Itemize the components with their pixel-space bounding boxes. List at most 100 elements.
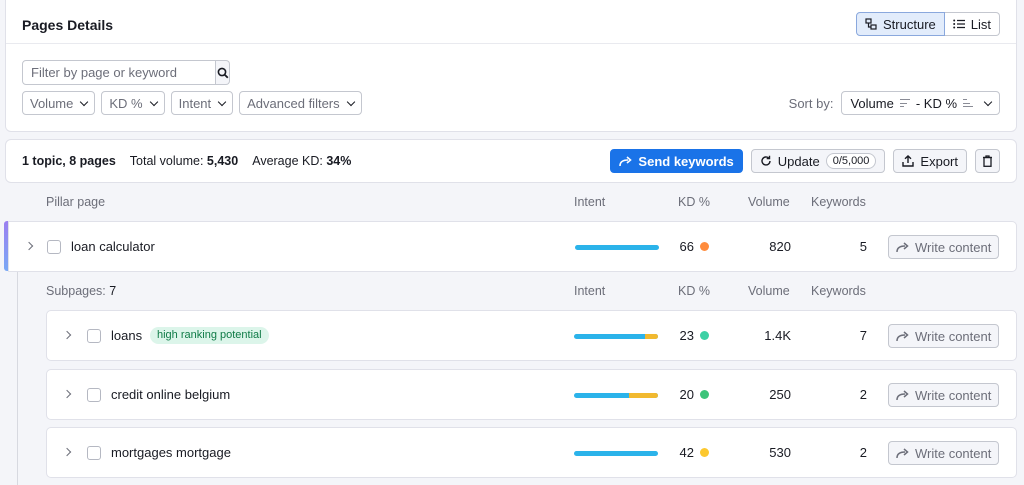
pillar-row[interactable]: loan calculator 66 820 5 Write content [8,221,1017,272]
structure-view-button[interactable]: Structure [856,12,945,36]
search-box [22,60,230,85]
keywords-header[interactable]: Keywords [811,195,866,209]
keywords-count[interactable]: 2 [837,387,867,402]
volume-filter[interactable]: Volume [22,91,96,115]
intent-header[interactable]: Intent [574,195,605,209]
sort-value-kd: - KD % [915,95,957,111]
send-keywords-label: Send keywords [638,153,734,169]
write-content-button[interactable]: Write content [888,235,1000,259]
sort-desc-icon [899,99,910,107]
update-button[interactable]: Update 0/5,000 [750,149,886,173]
write-content-label: Write content [915,239,992,255]
kd-header[interactable]: KD % [678,284,710,298]
volume-value: 250 [769,387,791,402]
structure-label: Structure [883,16,936,32]
kd-header[interactable]: KD % [678,195,710,209]
chevron-down-icon [80,97,89,106]
subpage-keyword[interactable]: loans [111,328,142,343]
sort-dropdown[interactable]: Volume - KD % [841,91,1000,115]
intent-bar [575,245,659,250]
share-arrow-icon [896,241,909,252]
topic-count: 1 topic, 8 pages [22,154,116,168]
update-counter: 0/5,000 [825,153,877,169]
list-icon [952,19,965,29]
intent-bar [574,451,658,456]
kd-filter[interactable]: KD % [101,91,165,115]
filter-bar: Volume KD % Intent Advanced filters [22,91,362,115]
page-title: Pages Details [22,17,114,33]
subpage-checkbox[interactable] [87,388,101,402]
list-view-button[interactable]: List [944,12,1000,36]
chevron-down-icon [346,97,355,106]
subpages-count: 7 [109,284,117,298]
average-kd-label: Average KD: [252,154,323,168]
sort-label: Sort by: [788,95,834,111]
sort-asc-icon [963,99,973,107]
volume-header[interactable]: Volume [748,284,790,298]
tree-line [17,272,18,485]
subpage-checkbox[interactable] [87,446,101,460]
search-icon [217,67,228,78]
subpage-keyword[interactable]: mortgages mortgage [111,445,231,460]
intent-filter[interactable]: Intent [170,91,234,115]
pillar-checkbox[interactable] [47,240,61,254]
write-content-button[interactable]: Write content [888,383,1000,407]
kd-value: 20 [679,387,694,402]
average-kd-value: 34% [326,154,352,168]
delete-button[interactable] [975,149,1000,173]
actions: Send keywords Update 0/5,000 Export [610,149,1000,173]
chevron-down-icon [149,97,158,106]
chevron-right-icon[interactable] [62,447,72,457]
kd-dot [700,331,709,340]
total-volume-label: Total volume: [129,154,204,168]
keywords-header[interactable]: Keywords [811,284,866,298]
export-label: Export [920,153,958,169]
search-button[interactable] [216,60,230,85]
export-button[interactable]: Export [893,149,967,173]
summary-bar: 1 topic, 8 pages Total volume: 5,430 Ave… [5,139,1017,183]
volume-value: 820 [769,239,791,254]
intent-fill [645,334,658,339]
chevron-down-icon [217,97,227,106]
total-volume: Total volume: 5,430 [130,154,238,168]
kd-value: 23 [679,328,694,343]
volume-value: 1.4K [764,328,791,343]
subpages-header: Subpages: 7 [46,284,116,298]
subpage-row[interactable]: loans high ranking potential 23 1.4K 7 W… [46,310,1017,361]
view-toggle: Structure List [856,12,1000,36]
kd-dot [700,448,709,457]
search-input[interactable] [22,60,216,85]
subpages-label: Subpages: [46,284,106,298]
write-content-button[interactable]: Write content [888,324,1000,348]
chevron-right-icon[interactable] [24,241,34,251]
kd-filter-label: KD % [109,95,143,111]
keywords-count[interactable]: 5 [837,239,867,254]
write-content-button[interactable]: Write content [888,441,1000,465]
pillar-page-header: Pillar page [46,195,106,209]
sort-value-volume: Volume [850,95,894,111]
keywords-count[interactable]: 2 [837,445,867,460]
kd-dot [700,242,709,251]
update-label: Update [777,153,820,169]
keywords-count[interactable]: 7 [837,328,867,343]
subpage-row[interactable]: credit online belgium 20 250 2 Write con… [46,369,1017,420]
subpage-keyword[interactable]: credit online belgium [111,387,230,402]
volume-header[interactable]: Volume [748,195,790,209]
volume-value: 530 [769,445,791,460]
write-content-label: Write content [915,387,992,403]
kd-value: 66 [679,239,694,254]
chevron-right-icon[interactable] [62,389,72,399]
send-keywords-button[interactable]: Send keywords [610,149,743,173]
share-arrow-icon [896,447,909,458]
subpage-checkbox[interactable] [87,329,101,343]
advanced-filters[interactable]: Advanced filters [239,91,362,115]
intent-header[interactable]: Intent [574,284,605,298]
header-divider [6,43,1016,44]
subpage-row[interactable]: mortgages mortgage 42 530 2 Write conten… [46,427,1017,478]
structure-icon [865,18,877,30]
export-icon [902,155,915,167]
pillar-keyword[interactable]: loan calculator [71,239,155,254]
intent-filter-label: Intent [178,95,212,111]
chevron-right-icon[interactable] [62,330,72,340]
list-label: List [970,16,991,32]
